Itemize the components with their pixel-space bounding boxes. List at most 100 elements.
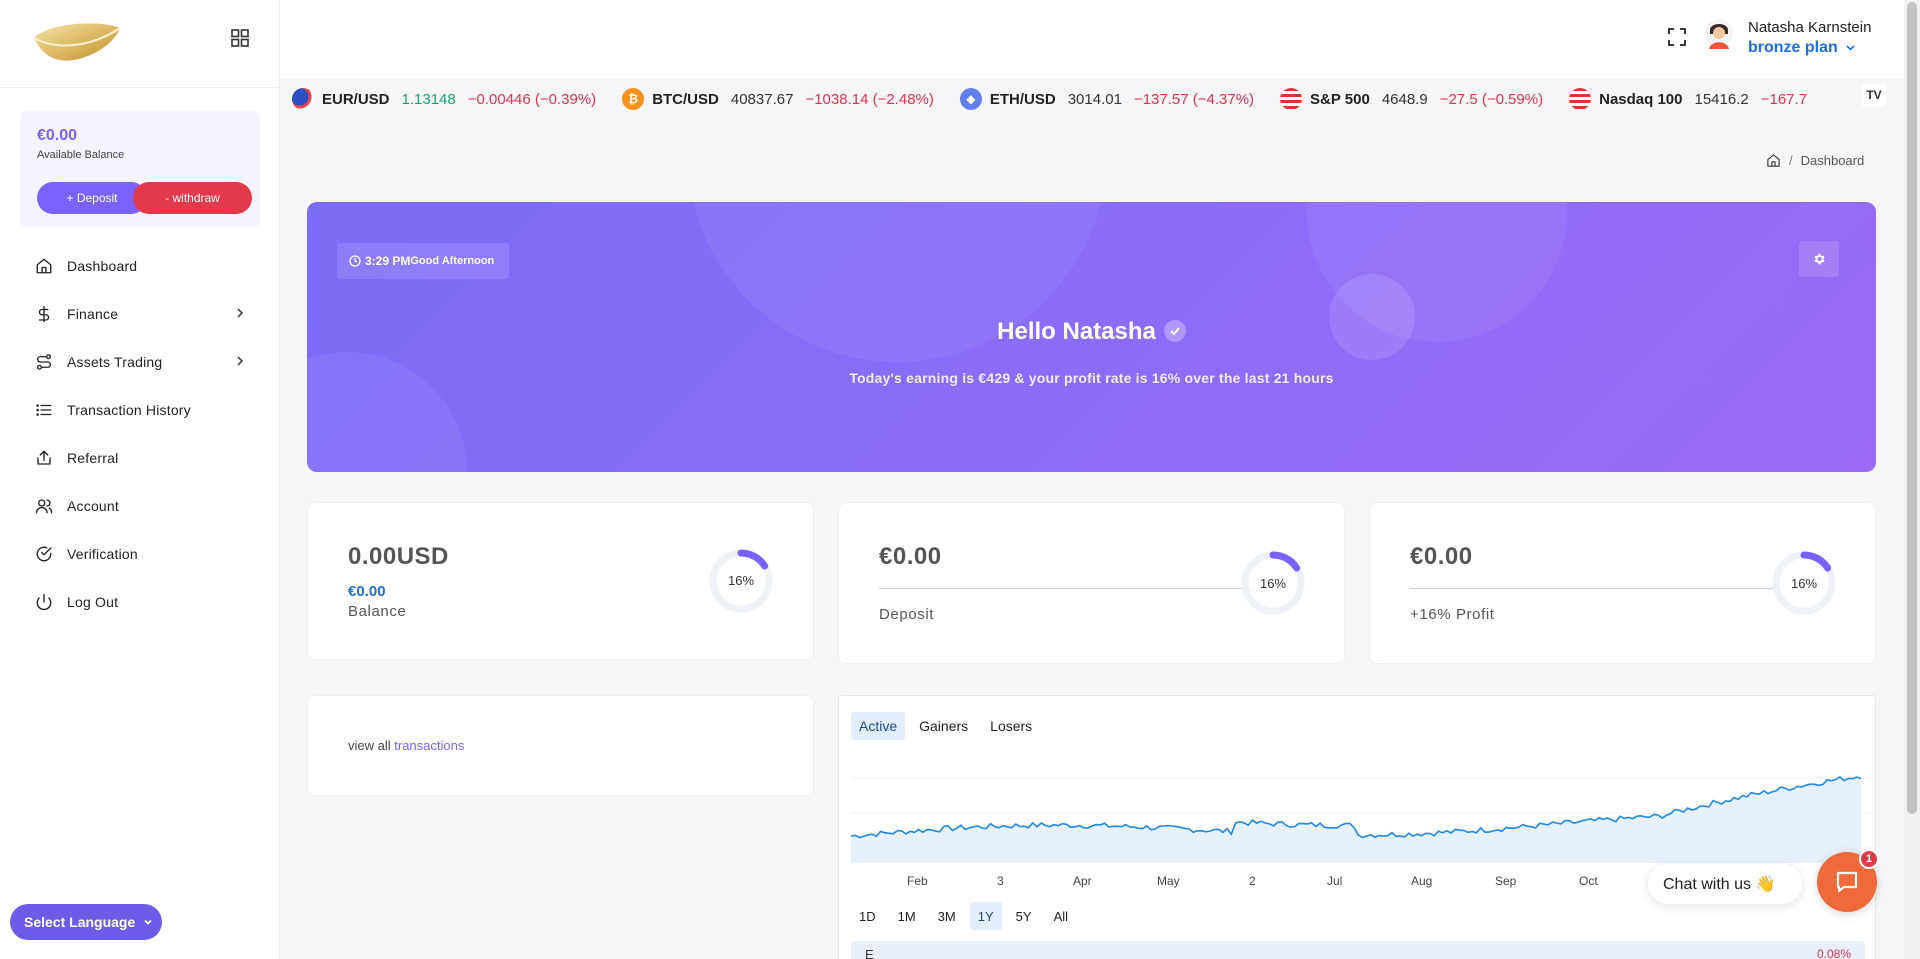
us-flag-icon [1569,88,1592,110]
ticker-change: −1038.14 (−2.48%) [805,90,934,108]
tab-gainers[interactable]: Gainers [911,712,976,740]
greeting-text: Good Afternoon [410,255,495,267]
user-plan-dropdown[interactable]: bronze plan [1748,39,1856,57]
tab-losers[interactable]: Losers [982,712,1040,740]
range-3m[interactable]: 3M [930,902,964,930]
sidebar-item-verification[interactable]: Verification [0,530,280,578]
sidebar-item-label: Log Out [67,594,119,610]
x-tick-label: Apr [1073,874,1092,888]
ticker-item-nasdaq100[interactable]: Nasdaq 100 15416.2 −167.7 [1569,88,1807,110]
market-list-row[interactable]: E 0.08% [851,941,1865,959]
deposit-button[interactable]: + Deposit [37,182,147,214]
range-1d[interactable]: 1D [851,902,884,930]
ticker-item-sp500[interactable]: S&P 500 4648.9 −27.5 (−0.59%) [1280,88,1543,110]
balance-card: €0.00 Available Balance + Deposit - with… [20,111,260,227]
x-tick-label: Feb [907,874,928,888]
market-line-chart[interactable] [851,738,1871,863]
ticker-price: 3014.01 [1067,90,1122,108]
stat-divider [879,588,1243,589]
x-tick-label: May [1157,874,1180,888]
market-overview-widget: Active Gainers Losers Feb 3 Apr May 2 Ju… [838,695,1876,959]
stat-secondary-value: €0.00 [348,583,386,600]
sidebar-item-assets-trading[interactable]: Assets Trading [0,338,280,386]
sidebar-item-account[interactable]: Account [0,482,280,530]
dollar-icon [38,305,50,323]
ticker-price: 1.13148 [401,90,456,108]
range-5y[interactable]: 5Y [1008,902,1040,930]
sidebar-item-dashboard[interactable]: Dashboard [0,242,280,290]
chevron-down-icon [1846,45,1855,51]
market-ticker[interactable]: EUR/USD 1.13148 −0.00446 (−0.39%) ₿ BTC/… [292,82,1892,116]
ticker-change: −137.57 (−4.37%) [1133,90,1255,108]
range-1m[interactable]: 1M [890,902,924,930]
ticker-price: 4648.9 [1381,90,1428,108]
list-icon [36,404,52,416]
top-header: Natasha Karnstein bronze plan [280,0,1904,78]
power-icon [36,593,52,611]
breadcrumb-current: Dashboard [1800,153,1865,168]
x-tick-label: Aug [1411,874,1433,888]
ticker-price: 15416.2 [1694,90,1749,108]
banner-settings-button[interactable] [1799,241,1839,277]
avatar[interactable] [1704,18,1734,52]
page-scrollbar[interactable] [1904,0,1920,959]
sidebar-item-finance[interactable]: Finance [0,290,280,338]
sidebar-item-label: Dashboard [67,258,138,274]
stat-label: +16% Profit [1410,606,1495,623]
tab-active[interactable]: Active [851,712,906,740]
user-name[interactable]: Natasha Karnstein [1748,19,1871,36]
language-select[interactable]: Select Language [10,904,162,940]
progress-percent: 16% [1259,576,1287,591]
brand-logo[interactable] [30,20,122,64]
sidebar-item-transaction-history[interactable]: Transaction History [0,386,280,434]
ticker-symbol: Nasdaq 100 [1599,90,1683,108]
sidebar-nav: Dashboard Finance Assets Trading Transac… [0,242,280,626]
ethereum-icon: ◆ [959,88,982,110]
tradingview-logo-icon[interactable]: TV [1862,84,1886,106]
stat-value: 0.00USD [348,543,449,570]
home-icon [36,258,52,274]
withdraw-button[interactable]: - withdraw [133,182,252,214]
ticker-item-ethusd[interactable]: ◆ ETH/USD 3014.01 −137.57 (−4.37%) [959,88,1255,110]
welcome-banner: 3:29 PM Good Afternoon Hello Natasha Tod… [307,202,1876,472]
stat-label: Deposit [879,606,935,623]
ticker-change: −0.00446 (−0.39%) [467,90,597,108]
language-select-label: Select Language [24,914,136,930]
stat-label: Balance [348,603,407,620]
scrollbar-thumb[interactable] [1907,2,1917,814]
sidebar-item-label: Referral [67,450,119,466]
apps-grid-icon[interactable] [230,28,250,48]
sidebar-item-label: Account [67,498,119,514]
home-icon[interactable] [1766,153,1781,168]
fullscreen-icon[interactable] [1668,28,1686,46]
route-icon [36,354,52,370]
check-circle-icon [36,546,52,562]
market-row-label: E [865,947,874,959]
banner-decoration [1329,274,1415,360]
share-icon [37,450,51,465]
deposit-stat-card: €0.00 Deposit 16% [838,502,1345,664]
earnings-summary: Today's earning is €429 & your profit ra… [849,370,1334,386]
transactions-link[interactable]: transactions [394,738,464,753]
ticker-item-btcusd[interactable]: ₿ BTC/USD 40837.67 −1038.14 (−2.48%) [622,88,934,110]
stat-divider [1410,588,1774,589]
progress-percent: 16% [1790,576,1818,591]
sidebar-item-referral[interactable]: Referral [0,434,280,482]
range-1y[interactable]: 1Y [969,902,1002,930]
view-all-transactions: view all transactions [348,738,464,753]
sidebar-item-log-out[interactable]: Log Out [0,578,280,626]
x-tick-label: 2 [1249,874,1256,888]
chat-prompt[interactable]: Chat with us 👋 [1648,864,1802,904]
x-tick-label: Oct [1579,874,1598,888]
chat-unread-badge: 1 [1859,849,1879,869]
sidebar-item-label: Finance [67,306,119,322]
greeting-headline: Hello Natasha [307,318,1876,346]
range-all[interactable]: All [1046,902,1076,930]
sidebar-item-label: Assets Trading [67,354,163,370]
ticker-change: −27.5 (−0.59%) [1439,90,1544,108]
ticker-item-eurusd[interactable]: EUR/USD 1.13148 −0.00446 (−0.39%) [292,88,596,110]
greeting-title: Hello Natasha [997,318,1156,345]
time-range-selector: 1D 1M 3M 1Y 5Y All [851,902,1082,930]
ticker-symbol: S&P 500 [1310,90,1370,108]
transactions-card: view all transactions [307,695,814,796]
